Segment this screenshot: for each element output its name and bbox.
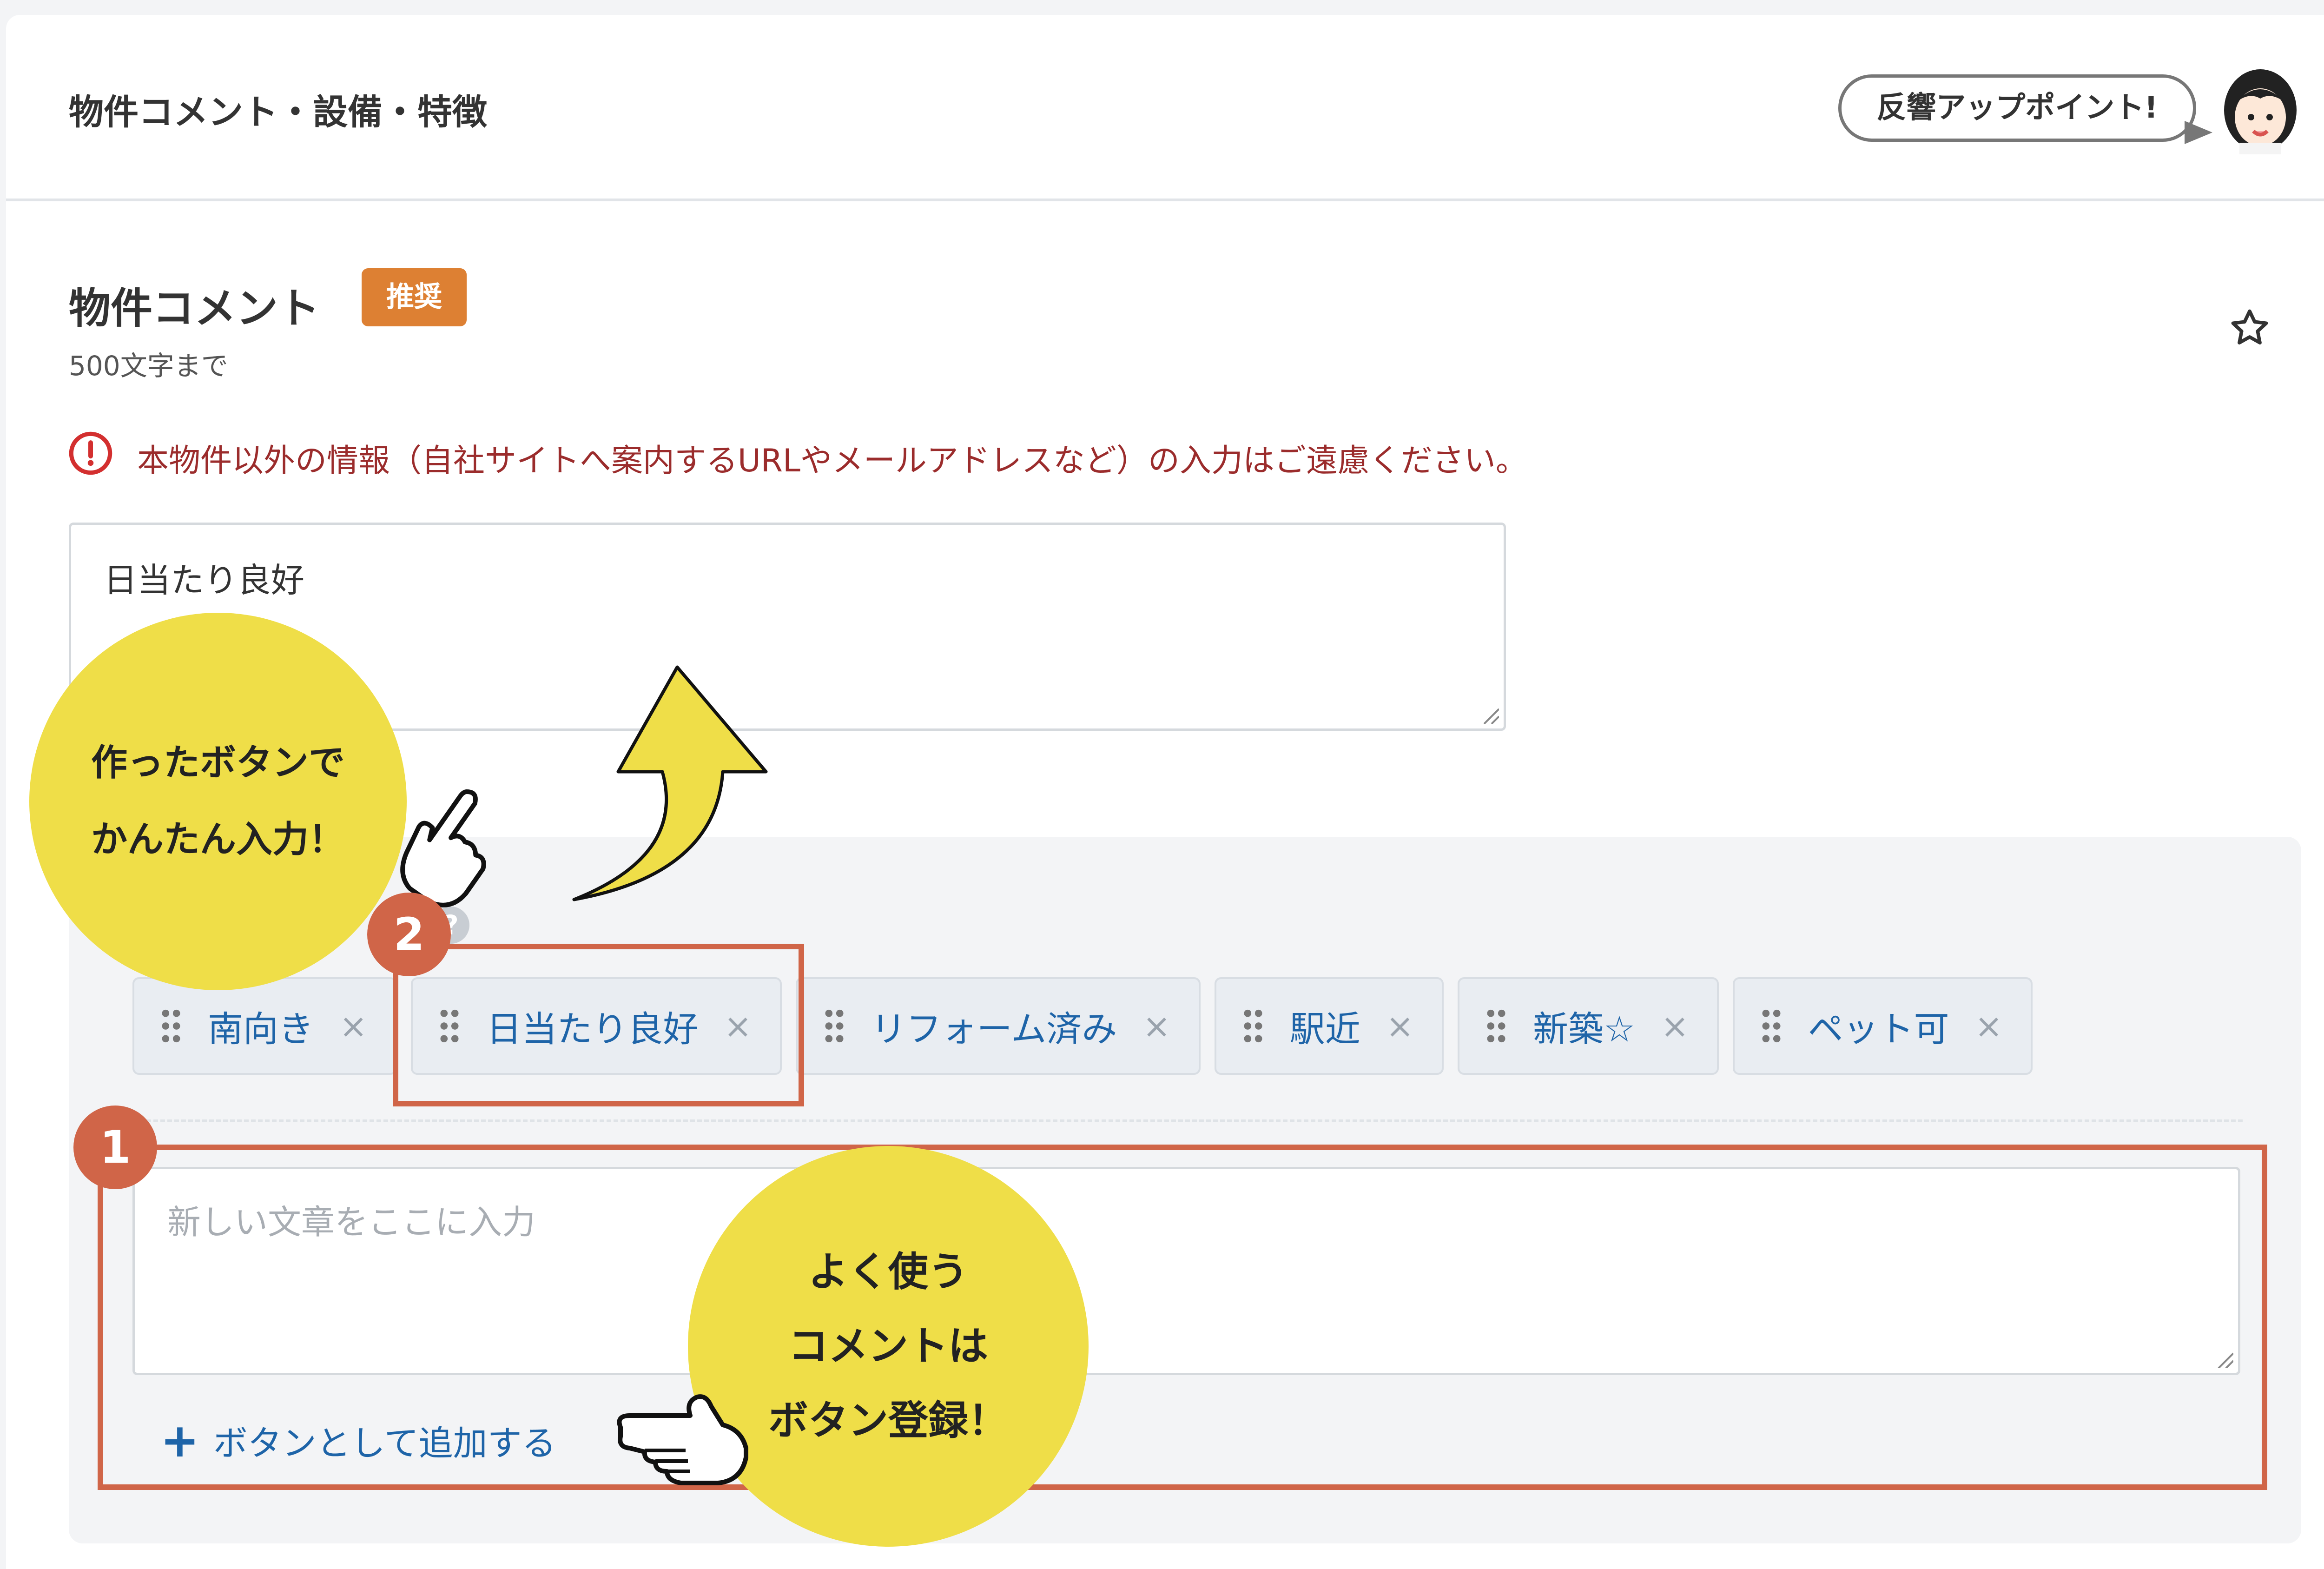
close-icon[interactable]: × <box>339 1006 367 1046</box>
callout-easy-input-line2: かんたん入力！ <box>91 819 345 861</box>
char-limit-text: 500文字まで <box>69 350 228 382</box>
step-marker-2: 2 <box>367 893 451 976</box>
header-divider <box>6 199 2324 201</box>
phrase-chip[interactable]: 南向き × <box>132 977 397 1075</box>
callout-register-line2: コメントは <box>788 1323 988 1370</box>
highlight-box-1 <box>98 1145 2267 1490</box>
star-icon[interactable] <box>2229 307 2271 349</box>
dashed-divider <box>132 1119 2243 1122</box>
close-icon[interactable]: × <box>1661 1006 1689 1046</box>
phrase-chip[interactable]: ペット可 × <box>1732 977 2033 1075</box>
drag-handle-icon[interactable] <box>1242 1008 1264 1044</box>
step-marker-1: 1 <box>73 1106 157 1189</box>
callout-register-line1: よく使う <box>808 1249 968 1295</box>
drag-handle-icon[interactable] <box>160 1008 182 1044</box>
drag-handle-icon[interactable] <box>823 1008 845 1044</box>
warning-icon <box>69 431 112 475</box>
resize-grip-icon[interactable] <box>1480 705 1499 724</box>
phrase-chip[interactable]: リフォーム済み × <box>795 977 1201 1075</box>
callout-easy-input-line1: 作ったボタンで <box>91 742 345 784</box>
up-arrow-icon <box>572 665 768 901</box>
drag-handle-icon[interactable] <box>1485 1008 1507 1044</box>
phrase-chip-label: リフォーム済み <box>871 1008 1117 1050</box>
section-title: 物件コメント <box>69 284 320 333</box>
comment-textarea-value: 日当たり良好 <box>104 561 305 600</box>
close-icon[interactable]: × <box>1386 1006 1414 1046</box>
phrase-chip-label: 南向き <box>208 1008 314 1050</box>
close-icon[interactable]: × <box>1975 1006 2003 1046</box>
highlight-box-2 <box>393 944 804 1106</box>
recommended-badge: 推奨 <box>362 268 467 326</box>
callout-easy-input: 作ったボタンで かんたん入力！ <box>29 613 407 990</box>
page-title: 物件コメント・設備・特徴 <box>69 92 488 132</box>
close-icon[interactable]: × <box>1142 1006 1170 1046</box>
drag-handle-icon[interactable] <box>1760 1008 1783 1044</box>
avatar <box>2224 69 2297 154</box>
pointing-hand-icon <box>617 1394 748 1485</box>
warning-text: 本物件以外の情報（自社サイトへ案内するURLやメールアドレスなど）の入力はご遠慮… <box>137 443 1527 479</box>
callout-register-line3: ボタン登録！ <box>768 1397 1008 1444</box>
phrase-chip[interactable]: 駅近 × <box>1214 977 1444 1075</box>
bubble-tail <box>2185 121 2212 144</box>
phrase-chip-label: ペット可 <box>1808 1008 1949 1050</box>
response-up-point-bubble[interactable]: 反響アップポイント! <box>1838 74 2196 142</box>
phrase-chip-label: 新築☆ <box>1533 1008 1636 1050</box>
phrase-chip[interactable]: 新築☆ × <box>1458 977 1719 1075</box>
phrase-chip-label: 駅近 <box>1289 1008 1360 1050</box>
